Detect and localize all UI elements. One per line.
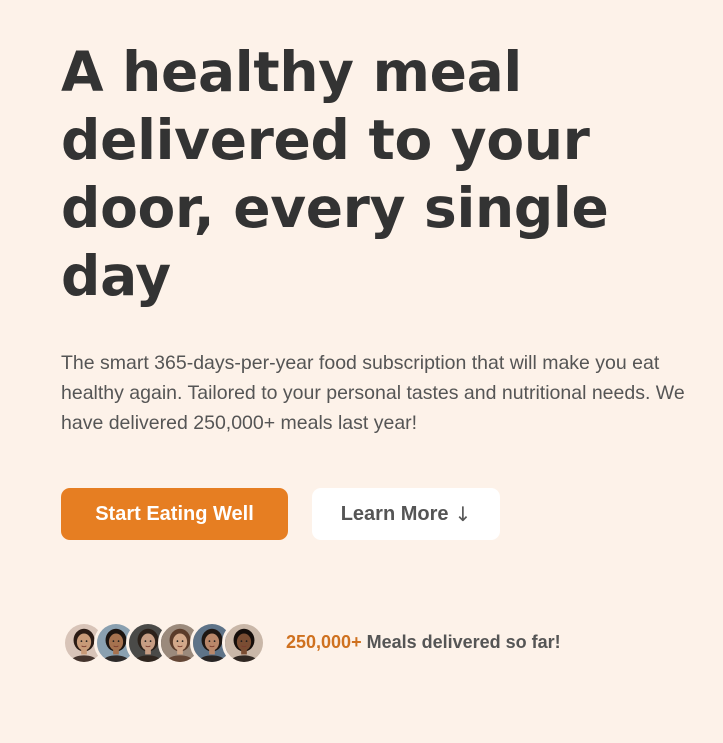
avatar-customer-6 — [222, 620, 266, 665]
start-eating-well-label: Start Eating Well — [95, 502, 254, 525]
delivered-label: Meals delivered so far! — [361, 632, 561, 652]
hero-section: A healthy meal delivered to your door, e… — [61, 38, 701, 540]
start-eating-well-button[interactable]: Start Eating Well — [61, 488, 288, 540]
hero-buttons: Start Eating Well Learn More ↓ — [61, 488, 701, 540]
delivered-count: 250,000+ — [286, 632, 362, 652]
hero-title: A healthy meal delivered to your door, e… — [61, 40, 609, 308]
delivered-meals-text: 250,000+ Meals delivered so far! — [286, 632, 561, 653]
arrow-down-icon: ↓ — [454, 502, 472, 526]
customer-avatars — [62, 620, 266, 665]
hero-description: The smart 365-days-per-year food subscri… — [61, 352, 685, 434]
learn-more-button[interactable]: Learn More ↓ — [312, 488, 500, 540]
learn-more-label: Learn More — [340, 502, 449, 525]
delivered-meals: 250,000+ Meals delivered so far! — [62, 614, 561, 671]
